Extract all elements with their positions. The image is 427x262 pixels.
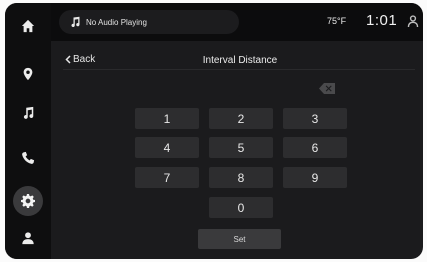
- keypad-key-7[interactable]: 7: [135, 167, 199, 188]
- nav-home-button[interactable]: [13, 11, 43, 41]
- driver-profile-icon[interactable]: [407, 15, 419, 28]
- nav-phone-button[interactable]: [13, 143, 43, 173]
- music-note-icon: [23, 106, 34, 119]
- phone-icon: [22, 151, 35, 164]
- clock: 1:01: [366, 12, 398, 29]
- person-icon: [22, 232, 34, 245]
- now-playing-label: No Audio Playing: [86, 17, 147, 27]
- now-playing-widget[interactable]: No Audio Playing: [59, 10, 239, 34]
- nav-profile-button[interactable]: [13, 223, 43, 253]
- set-button[interactable]: Set: [198, 229, 281, 249]
- keypad-key-3[interactable]: 3: [283, 108, 347, 129]
- nav-rail: [5, 3, 51, 259]
- keypad-key-4[interactable]: 4: [135, 137, 199, 158]
- keypad-key-6[interactable]: 6: [283, 137, 347, 158]
- nav-music-button[interactable]: [13, 98, 43, 128]
- music-note-icon: [71, 16, 80, 28]
- nav-map-button[interactable]: [13, 59, 43, 89]
- backspace-icon: [319, 83, 335, 94]
- screen: No Audio Playing 75°F 1:01 Back Interval…: [5, 3, 423, 259]
- outside-temperature: 75°F: [327, 16, 347, 26]
- gear-icon: [21, 194, 35, 208]
- map-pin-icon: [23, 67, 33, 81]
- keypad-key-1[interactable]: 1: [135, 108, 199, 129]
- back-button[interactable]: Back: [65, 54, 95, 65]
- keypad-key-0[interactable]: 0: [209, 197, 273, 218]
- chevron-left-icon: [65, 55, 71, 64]
- header-divider: [63, 69, 415, 70]
- page-title: Interval Distance: [202, 55, 278, 66]
- keypad-key-9[interactable]: 9: [283, 167, 347, 188]
- back-label: Back: [73, 54, 96, 65]
- keypad-key-2[interactable]: 2: [209, 108, 273, 129]
- keypad-key-5[interactable]: 5: [209, 137, 273, 158]
- home-icon: [21, 19, 35, 33]
- status-bar: No Audio Playing 75°F 1:01: [51, 3, 423, 41]
- nav-settings-button[interactable]: [13, 186, 43, 216]
- keypad-key-8[interactable]: 8: [209, 167, 273, 188]
- backspace-button[interactable]: [319, 81, 335, 94]
